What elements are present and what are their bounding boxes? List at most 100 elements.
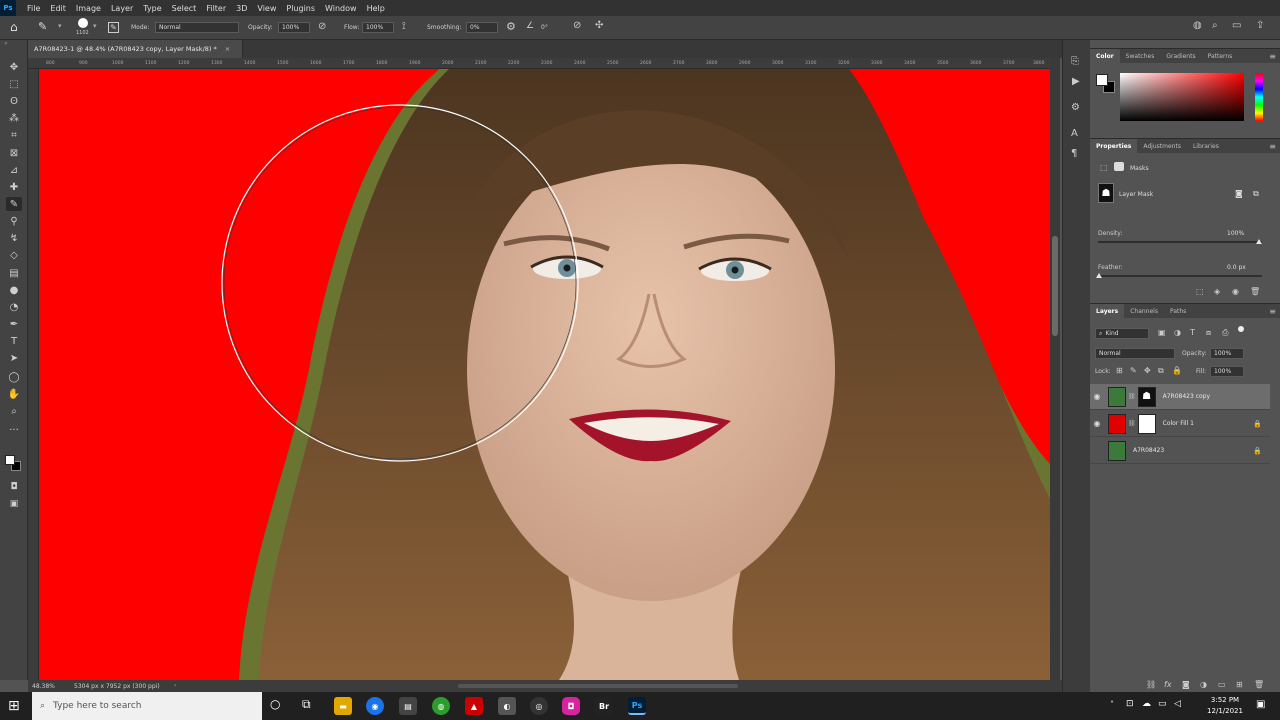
app-icon[interactable]: ◐ <box>498 697 516 715</box>
status-arrow-icon[interactable]: › <box>174 682 176 689</box>
search-icon[interactable]: ⌕ <box>1212 20 1218 31</box>
network-icon[interactable]: ⊡ <box>1126 699 1134 709</box>
link-icon[interactable]: ⛓ <box>1128 420 1136 427</box>
layer-row[interactable]: ◉ A7R08423 🔒 <box>1090 438 1270 464</box>
menu-window[interactable]: Window <box>320 4 362 13</box>
brush-preset-chevron-icon[interactable]: ▾ <box>93 22 97 30</box>
foreground-color-swatch[interactable] <box>5 455 15 465</box>
chevron-up-icon[interactable]: ˄ <box>1110 700 1114 709</box>
eye-icon[interactable]: ◉ <box>1090 419 1104 428</box>
group-icon[interactable]: ▭ <box>1218 680 1226 689</box>
path-selection-tool-icon[interactable]: ➤ <box>6 351 22 365</box>
layer-name[interactable]: A7R08423 <box>1133 447 1253 454</box>
flow-input[interactable]: 100% <box>362 22 394 33</box>
tab-color[interactable]: Color <box>1090 49 1120 63</box>
layer-name[interactable]: Color Fill 1 <box>1163 420 1254 427</box>
instagram-icon[interactable]: ◘ <box>562 697 580 715</box>
color-field[interactable] <box>1120 73 1244 121</box>
menu-help[interactable]: Help <box>362 4 390 13</box>
eye-icon[interactable]: ◉ <box>1090 392 1104 401</box>
onedrive-icon[interactable]: ☁ <box>1142 699 1151 709</box>
tab-paths[interactable]: Paths <box>1164 304 1192 318</box>
add-mask-icon[interactable]: ◙ <box>1182 680 1190 689</box>
brush-tool-icon[interactable]: ✎ <box>38 20 47 33</box>
close-icon[interactable]: × <box>225 45 230 53</box>
fill-input[interactable]: 100% <box>1210 366 1244 377</box>
menu-view[interactable]: View <box>252 4 281 13</box>
workspace-icon[interactable]: ▭ <box>1232 20 1241 31</box>
tab-gradients[interactable]: Gradients <box>1160 49 1201 63</box>
toolbar-collapse-icon[interactable]: » <box>4 40 8 47</box>
filter-toggle-icon[interactable] <box>1238 326 1244 332</box>
lock-all-icon[interactable]: 🔒 <box>1172 366 1182 375</box>
eye-icon[interactable]: ◉ <box>1232 287 1239 296</box>
menu-image[interactable]: Image <box>71 4 106 13</box>
tab-adjustments[interactable]: Adjustments <box>1137 139 1187 153</box>
lasso-tool-icon[interactable]: ʘ <box>6 94 22 108</box>
volume-icon[interactable]: ◁ <box>1174 699 1181 709</box>
dodge-tool-icon[interactable]: ◔ <box>6 300 22 314</box>
vertical-scrollbar[interactable] <box>1050 58 1060 680</box>
crop-tool-icon[interactable]: ⌗ <box>6 128 22 142</box>
menu-filter[interactable]: Filter <box>201 4 231 13</box>
character-panel-icon[interactable]: A <box>1071 128 1078 139</box>
paragraph-panel-icon[interactable]: ¶ <box>1071 148 1077 159</box>
link-icon[interactable]: ⛓ <box>1128 393 1136 400</box>
feather-value[interactable]: 0.0 px <box>1227 264 1246 271</box>
tab-swatches[interactable]: Swatches <box>1120 49 1161 63</box>
brush-settings-icon[interactable]: ✎ <box>108 22 119 33</box>
gradient-tool-icon[interactable]: ▤ <box>6 266 22 280</box>
pen-tool-icon[interactable]: ✒ <box>6 317 22 331</box>
select-pixel-mask-icon[interactable]: ◙ <box>1235 189 1243 198</box>
apply-mask-icon[interactable]: ◈ <box>1214 287 1220 296</box>
system-clock[interactable]: 3:52 PM 12/1/2021 <box>1200 695 1250 717</box>
menu-3d[interactable]: 3D <box>231 4 252 13</box>
tab-libraries[interactable]: Libraries <box>1187 139 1225 153</box>
panel-menu-icon[interactable]: ≡ <box>1269 52 1276 61</box>
layer-row[interactable]: ◉ ⛓ ☗ A7R08423 copy <box>1090 384 1270 410</box>
pressure-size-icon[interactable]: ⊘ <box>573 20 581 31</box>
filter-shape-icon[interactable]: ⧈ <box>1206 328 1211 338</box>
document-tab[interactable]: A7R08423-1 @ 48.4% (A7R08423 copy, Layer… <box>28 40 243 58</box>
pixel-mask-icon[interactable]: ⬚ <box>1100 163 1108 172</box>
menu-layer[interactable]: Layer <box>106 4 138 13</box>
app-icon[interactable]: ◎ <box>530 697 548 715</box>
density-value[interactable]: 100% <box>1227 230 1244 237</box>
taskbar-search-box[interactable]: ⌕ Type here to search <box>32 692 262 720</box>
windows-start-icon[interactable]: ⊞ <box>8 698 20 714</box>
filter-adjustment-icon[interactable]: ◑ <box>1174 328 1181 337</box>
vector-mask-icon[interactable] <box>1114 162 1124 171</box>
symmetry-icon[interactable]: ✣ <box>595 20 603 31</box>
menu-select[interactable]: Select <box>167 4 202 13</box>
vertical-scrollbar-thumb[interactable] <box>1052 236 1058 336</box>
add-vector-mask-icon[interactable]: ⧉ <box>1253 189 1259 199</box>
frame-tool-icon[interactable]: ⊠ <box>6 146 22 160</box>
magic-wand-tool-icon[interactable]: ⁂ <box>6 111 22 125</box>
notifications-icon[interactable]: ▣ <box>1256 699 1265 710</box>
file-explorer-icon[interactable]: ▬ <box>334 697 352 715</box>
lock-pixels-icon[interactable]: ✎ <box>1130 366 1137 375</box>
layer-name[interactable]: A7R08423 copy <box>1163 393 1270 400</box>
eraser-tool-icon[interactable]: ◇ <box>6 248 22 262</box>
panel-menu-icon[interactable]: ≡ <box>1269 142 1276 151</box>
smoothing-input[interactable]: 0% <box>466 22 498 33</box>
layer-mask-thumbnail[interactable]: ☗ <box>1137 386 1156 407</box>
app-icon[interactable]: ▤ <box>399 697 417 715</box>
layer-row[interactable]: ◉ ⛓ Color Fill 1 🔒 <box>1090 411 1270 437</box>
link-layers-icon[interactable]: ⛓ <box>1146 680 1156 689</box>
acrobat-icon[interactable]: ▲ <box>465 697 483 715</box>
brush-settings-panel-icon[interactable]: ⚙ <box>1071 102 1080 113</box>
filter-type-icon[interactable]: T <box>1190 328 1195 337</box>
bridge-icon[interactable]: Br <box>595 697 613 715</box>
actions-play-icon[interactable]: ▶ <box>1072 76 1080 87</box>
display-icon[interactable]: ▭ <box>1158 699 1167 709</box>
density-slider-knob[interactable] <box>1256 239 1262 244</box>
healing-brush-tool-icon[interactable]: ✚ <box>6 180 22 194</box>
task-view-icon[interactable]: ⧉ <box>302 697 311 712</box>
history-brush-tool-icon[interactable]: ↯ <box>6 231 22 245</box>
zoom-tool-icon[interactable]: ⌕ <box>6 404 22 418</box>
photoshop-taskbar-icon[interactable]: Ps <box>628 697 646 715</box>
layer-opacity-input[interactable]: 100% <box>1210 348 1244 359</box>
trash-icon[interactable]: 🗑 <box>1250 287 1260 296</box>
opacity-input[interactable]: 100% <box>278 22 310 33</box>
